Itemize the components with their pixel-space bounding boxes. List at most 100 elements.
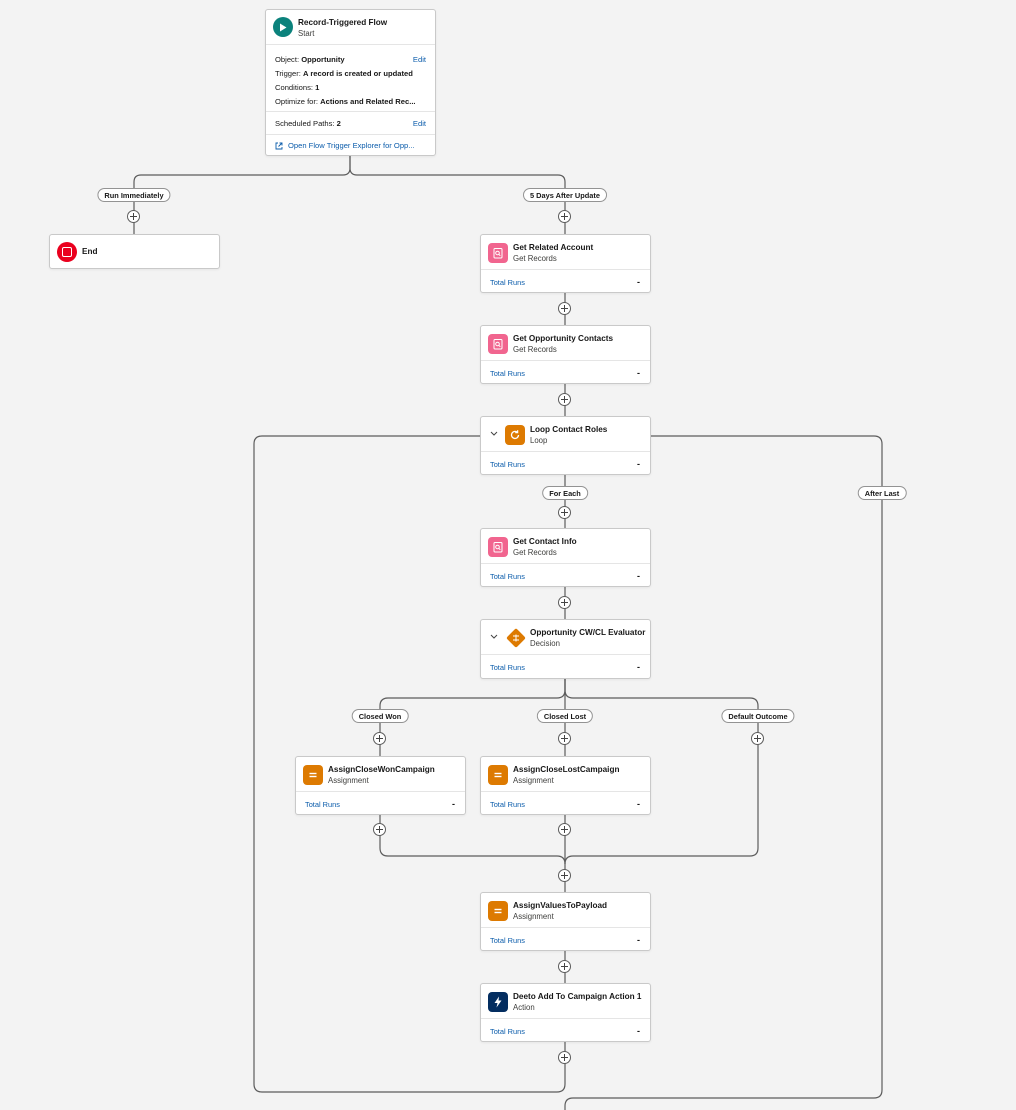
open-trigger-explorer-label: Open Flow Trigger Explorer for Opp...: [288, 141, 415, 150]
add-element-button[interactable]: [558, 960, 571, 973]
action-bolt-icon: [488, 992, 508, 1012]
total-runs-link[interactable]: Total Runs: [490, 460, 525, 469]
loop-icon: [505, 425, 525, 445]
add-element-button[interactable]: [558, 1051, 571, 1064]
node-type: Assignment: [513, 912, 554, 921]
add-element-button[interactable]: [558, 506, 571, 519]
optimize-value: Actions and Related Rec...: [320, 97, 416, 106]
assignment-icon: [303, 765, 323, 785]
node-title: Get Opportunity Contacts: [513, 334, 614, 343]
optimize-label: Optimize for:: [275, 97, 319, 106]
total-runs-link[interactable]: Total Runs: [490, 1027, 525, 1036]
path-run-immediately: Run Immediately: [97, 188, 171, 202]
node-title: Deeto Add To Campaign Action 1: [513, 992, 642, 1001]
add-element-button[interactable]: [751, 732, 764, 745]
add-element-button[interactable]: [558, 732, 571, 745]
trigger-row: Trigger: A record is created or updated: [275, 69, 413, 78]
object-label: Object:: [275, 55, 300, 64]
get-records-icon: [488, 334, 508, 354]
node-type: Get Records: [513, 254, 557, 263]
outcome-default: Default Outcome: [721, 709, 795, 723]
divider: [266, 111, 435, 112]
outcome-closed-lost: Closed Lost: [536, 709, 594, 723]
node-title: AssignCloseWonCampaign: [328, 765, 435, 774]
node-title: AssignCloseLostCampaign: [513, 765, 620, 774]
node-title: Get Related Account: [513, 243, 594, 252]
node-title: Loop Contact Roles: [530, 425, 608, 434]
assign-close-won-node[interactable]: AssignCloseWonCampaign Assignment Total …: [295, 756, 466, 815]
total-runs-value: -: [637, 662, 640, 672]
end-title: End: [82, 247, 98, 256]
add-element-button[interactable]: [558, 869, 571, 882]
decision-icon: [505, 627, 526, 648]
node-type: Decision: [530, 639, 560, 648]
total-runs-value: -: [452, 799, 455, 809]
add-element-button[interactable]: [558, 210, 571, 223]
collapse-chevron-icon[interactable]: [489, 631, 499, 641]
assignment-icon: [488, 901, 508, 921]
scheduled-paths-row: Scheduled Paths: 2: [275, 119, 341, 128]
total-runs-value: -: [637, 368, 640, 378]
total-runs-link[interactable]: Total Runs: [490, 800, 525, 809]
node-type: Get Records: [513, 345, 557, 354]
total-runs-link[interactable]: Total Runs: [490, 572, 525, 581]
total-runs-value: -: [637, 571, 640, 581]
edit-object-link[interactable]: Edit: [413, 55, 426, 64]
get-contact-info-node[interactable]: Get Contact Info Get Records Total Runs …: [480, 528, 651, 587]
node-title: Get Contact Info: [513, 537, 577, 546]
opportunity-evaluator-decision-node[interactable]: Opportunity CW/CL Evaluator Decision Tot…: [480, 619, 651, 679]
trigger-label: Trigger:: [275, 69, 301, 78]
total-runs-value: -: [637, 459, 640, 469]
end-node[interactable]: End: [49, 234, 220, 269]
total-runs-link[interactable]: Total Runs: [490, 369, 525, 378]
object-value: Opportunity: [301, 55, 345, 64]
conditions-label: Conditions:: [275, 83, 313, 92]
total-runs-link[interactable]: Total Runs: [490, 663, 525, 672]
node-type: Assignment: [513, 776, 554, 785]
optimize-row: Optimize for: Actions and Related Rec...: [275, 97, 416, 106]
total-runs-value: -: [637, 277, 640, 287]
path-after-last: After Last: [857, 486, 907, 500]
open-trigger-explorer-link[interactable]: Open Flow Trigger Explorer for Opp...: [275, 141, 415, 150]
get-opportunity-contacts-node[interactable]: Get Opportunity Contacts Get Records Tot…: [480, 325, 651, 384]
edit-scheduled-link[interactable]: Edit: [413, 119, 426, 128]
add-element-button[interactable]: [558, 302, 571, 315]
total-runs-link[interactable]: Total Runs: [490, 278, 525, 287]
add-element-button[interactable]: [558, 596, 571, 609]
start-node[interactable]: Record-Triggered Flow Start Object: Oppo…: [265, 9, 436, 156]
start-subtitle: Start: [298, 29, 315, 38]
start-title: Record-Triggered Flow: [298, 18, 388, 27]
add-element-button[interactable]: [373, 823, 386, 836]
add-element-button[interactable]: [558, 823, 571, 836]
assignment-icon: [488, 765, 508, 785]
external-link-icon: [275, 142, 283, 149]
scheduled-label: Scheduled Paths:: [275, 119, 335, 128]
divider: [266, 44, 435, 45]
divider: [266, 134, 435, 135]
total-runs-value: -: [637, 1026, 640, 1036]
add-element-button[interactable]: [127, 210, 140, 223]
start-icon: [273, 17, 293, 37]
get-related-account-node[interactable]: Get Related Account Get Records Total Ru…: [480, 234, 651, 293]
add-element-button[interactable]: [558, 393, 571, 406]
conditions-value: 1: [315, 83, 320, 92]
node-type: Loop: [530, 436, 548, 445]
object-row: Object: Opportunity: [275, 55, 345, 64]
loop-contact-roles-node[interactable]: Loop Contact Roles Loop Total Runs -: [480, 416, 651, 475]
collapse-chevron-icon[interactable]: [489, 428, 499, 438]
assign-values-to-payload-node[interactable]: AssignValuesToPayload Assignment Total R…: [480, 892, 651, 951]
total-runs-link[interactable]: Total Runs: [490, 936, 525, 945]
total-runs-value: -: [637, 935, 640, 945]
total-runs-value: -: [637, 799, 640, 809]
node-title: AssignValuesToPayload: [513, 901, 608, 910]
path-for-each: For Each: [542, 486, 588, 500]
total-runs-link[interactable]: Total Runs: [305, 800, 340, 809]
path-five-days-after-update: 5 Days After Update: [523, 188, 607, 202]
get-records-icon: [488, 243, 508, 263]
conditions-row: Conditions: 1: [275, 83, 319, 92]
scheduled-value: 2: [336, 119, 341, 128]
deeto-add-to-campaign-action-node[interactable]: Deeto Add To Campaign Action 1 Action To…: [480, 983, 651, 1042]
node-title: Opportunity CW/CL Evaluator: [530, 628, 646, 637]
add-element-button[interactable]: [373, 732, 386, 745]
assign-close-lost-node[interactable]: AssignCloseLostCampaign Assignment Total…: [480, 756, 651, 815]
